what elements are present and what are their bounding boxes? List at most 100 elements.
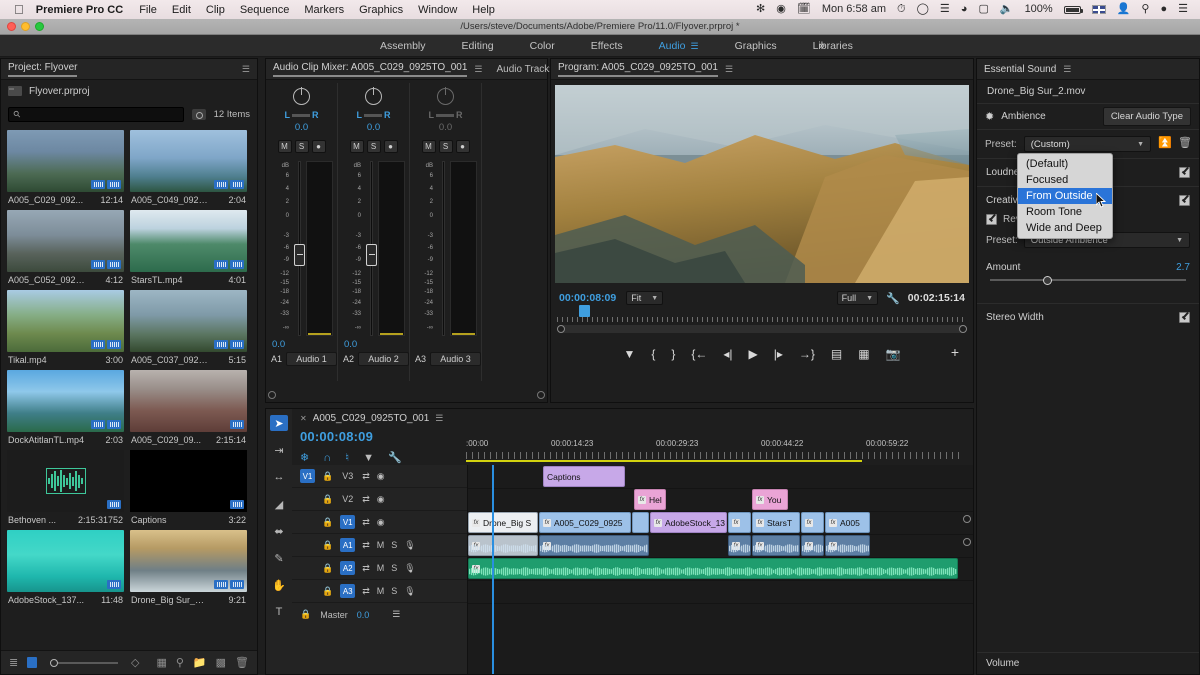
solo-track-icon[interactable]: S bbox=[391, 586, 397, 596]
workspace-tab-effects[interactable]: Effects bbox=[591, 40, 623, 52]
step-back-icon[interactable]: ◂| bbox=[723, 347, 732, 361]
lock-icon[interactable]: 🔒 bbox=[322, 471, 333, 482]
time-machine-icon[interactable]: ⏱ bbox=[897, 4, 906, 15]
track-name-v3[interactable]: V3 bbox=[340, 471, 355, 481]
workspace-tab-assembly[interactable]: Assembly bbox=[380, 40, 426, 52]
solo-button[interactable]: S bbox=[295, 140, 309, 153]
project-item[interactable]: A005_C052_0925...4:12 bbox=[7, 210, 124, 285]
master-value[interactable]: 0.0 bbox=[357, 610, 370, 620]
apple-icon[interactable]:  bbox=[14, 2, 24, 17]
track-header-v3[interactable]: V1🔒V3⇄◉ bbox=[292, 465, 467, 488]
type-tool[interactable]: T bbox=[270, 604, 288, 620]
project-bin-row[interactable]: Flyover.prproj bbox=[1, 80, 257, 102]
selection-tool[interactable]: ➤ bbox=[270, 415, 288, 431]
mixer-horizontal-scrollbar[interactable] bbox=[268, 390, 545, 399]
essential-sound-tab-label[interactable]: Essential Sound bbox=[984, 64, 1056, 75]
hamburger-icon[interactable]: ☰ bbox=[1063, 64, 1071, 75]
track-name-v2[interactable]: V2 bbox=[340, 494, 355, 504]
lock-icon[interactable]: 🔒 bbox=[322, 540, 333, 551]
export-frame-icon[interactable]: 📷 bbox=[886, 347, 901, 361]
project-item[interactable]: A005_C049_0925...2:04 bbox=[130, 130, 247, 205]
ripple-edit-tool[interactable]: ↔ bbox=[270, 469, 288, 485]
marker-icon[interactable]: ▼ bbox=[363, 452, 374, 464]
timeline-clip[interactable]: fxHel bbox=[634, 489, 666, 510]
workspace-tab-editing[interactable]: Editing bbox=[462, 40, 494, 52]
voice-over-icon[interactable]: 🎙 bbox=[404, 586, 415, 597]
track-select-forward-tool[interactable]: ⇥ bbox=[270, 442, 288, 458]
timeline-clip[interactable]: fxStarsT bbox=[752, 512, 800, 533]
preset-option[interactable]: Focused bbox=[1018, 172, 1112, 188]
project-item[interactable]: A005_C037_0925...5:15 bbox=[130, 290, 247, 365]
timeline-clip[interactable]: fx bbox=[539, 535, 649, 556]
project-item[interactable]: A005_C029_092...12:14 bbox=[7, 130, 124, 205]
lock-icon[interactable]: 🔒 bbox=[322, 563, 333, 574]
menu-markers[interactable]: Markers bbox=[304, 4, 344, 16]
notification-icon[interactable]: ● bbox=[1160, 4, 1167, 15]
solo-button[interactable]: S bbox=[439, 140, 453, 153]
mute-track-icon[interactable]: M bbox=[377, 586, 385, 596]
mute-button[interactable]: M bbox=[422, 140, 436, 153]
track-name[interactable]: Audio 1 bbox=[286, 352, 337, 366]
icon-view-icon[interactable] bbox=[27, 657, 37, 668]
pan-knob[interactable] bbox=[365, 88, 382, 105]
timeline-clip[interactable]: fx bbox=[752, 535, 800, 556]
project-item[interactable]: Captions3:22 bbox=[130, 450, 247, 525]
pen-tool[interactable]: ✎ bbox=[270, 550, 288, 566]
track-header-a1[interactable]: 🔒A1⇄MS🎙 bbox=[292, 534, 467, 557]
master-track-header[interactable]: 🔒Master0.0☰ bbox=[292, 603, 467, 626]
program-video-preview[interactable] bbox=[555, 85, 969, 283]
fader-rail[interactable] bbox=[370, 161, 373, 336]
solo-button[interactable]: S bbox=[367, 140, 381, 153]
program-playhead[interactable] bbox=[579, 305, 590, 317]
pan-value[interactable]: 0.0 bbox=[338, 122, 409, 133]
project-item[interactable]: AdobeStock_137...11:48 bbox=[7, 530, 124, 605]
voice-over-icon[interactable]: 🎙 bbox=[404, 563, 415, 574]
playback-resolution-select[interactable]: Full ▼ bbox=[837, 291, 878, 305]
track-target-v1[interactable]: V1 bbox=[340, 515, 355, 529]
pan-knob[interactable] bbox=[437, 88, 454, 105]
timeline-clip[interactable]: Captions bbox=[543, 466, 625, 487]
track-name[interactable]: Audio 2 bbox=[358, 352, 409, 366]
voice-over-icon[interactable]: 🎙 bbox=[404, 540, 415, 551]
menu-graphics[interactable]: Graphics bbox=[359, 4, 403, 16]
timeline-clip[interactable]: fx bbox=[468, 535, 538, 556]
preset-option[interactable]: (Default) bbox=[1018, 156, 1112, 172]
sync-lock-icon[interactable]: ⇄ bbox=[362, 494, 370, 505]
battery-icon[interactable] bbox=[1064, 6, 1081, 14]
play-icon[interactable]: ▶ bbox=[749, 347, 758, 361]
pan-knob[interactable] bbox=[293, 88, 310, 105]
menu-icon[interactable]: ☰ bbox=[1178, 4, 1188, 15]
timeline-scroll-handle[interactable] bbox=[963, 515, 971, 523]
timeline-ruler[interactable]: :00:0000:00:14:2300:00:29:2300:00:44:220… bbox=[466, 439, 959, 461]
timeline-clip[interactable]: fxAdobeStock_13 bbox=[650, 512, 727, 533]
timeline-scroll-handle[interactable] bbox=[963, 538, 971, 546]
workspace-tab-graphics[interactable]: Graphics bbox=[735, 40, 777, 52]
magnet-icon[interactable]: ∩ bbox=[323, 452, 331, 464]
preset-select[interactable]: (Custom) ▼ bbox=[1024, 136, 1151, 152]
stereo-width-checkbox[interactable] bbox=[1179, 312, 1190, 323]
reverb-checkbox[interactable] bbox=[986, 214, 997, 225]
timeline-clip[interactable]: fx bbox=[825, 535, 870, 556]
marker-icon[interactable]: ▼ bbox=[623, 347, 635, 361]
sort-icon[interactable]: ◇ bbox=[131, 656, 139, 669]
trash-icon[interactable]: 🗑 bbox=[235, 656, 249, 669]
list-view-icon[interactable]: ≣ bbox=[9, 656, 18, 669]
track-target-a3[interactable]: A3 bbox=[340, 584, 355, 598]
linked-selection-icon[interactable]: ♮ bbox=[345, 451, 349, 464]
thumbnail-zoom-slider[interactable] bbox=[50, 662, 118, 664]
snap-icon[interactable]: ❄ bbox=[300, 451, 309, 464]
razor-tool[interactable]: ◢ bbox=[270, 496, 288, 512]
menu-edit[interactable]: Edit bbox=[172, 4, 191, 16]
wifi-icon[interactable]: ◕ bbox=[961, 4, 968, 15]
bluetooth-icon[interactable]: ☰ bbox=[940, 4, 950, 15]
mute-track-icon[interactable]: M bbox=[377, 563, 385, 573]
gain-value[interactable]: 0.0 bbox=[266, 339, 337, 350]
go-to-out-icon[interactable]: →} bbox=[799, 347, 815, 361]
sync-lock-icon[interactable]: ⇄ bbox=[362, 517, 370, 528]
track-visibility-icon[interactable]: ◉ bbox=[377, 471, 385, 482]
lock-icon[interactable]: 🔒 bbox=[322, 494, 333, 505]
menu-help[interactable]: Help bbox=[472, 4, 495, 16]
record-button[interactable]: ● bbox=[384, 140, 398, 153]
timeline-playhead-time[interactable]: 00:00:08:09 bbox=[300, 429, 373, 444]
go-to-in-icon[interactable]: {← bbox=[691, 347, 707, 361]
